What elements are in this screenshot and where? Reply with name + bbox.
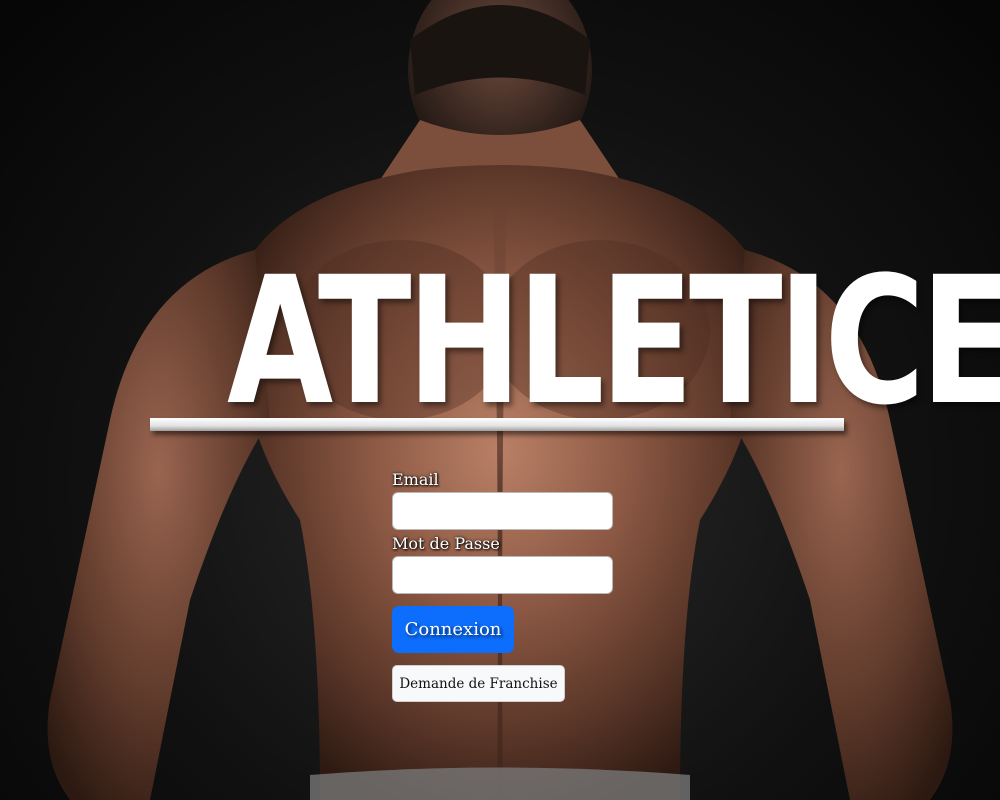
login-page: ATHLETICE Email Mot de Passe Connexion D… [0,0,1000,800]
brand-title: ATHLETICE [227,239,1000,444]
login-form: Email Mot de Passe Connexion Demande de … [392,470,632,702]
password-field[interactable] [392,556,613,594]
email-field[interactable] [392,492,613,530]
login-button[interactable]: Connexion [392,606,514,653]
franchise-request-button[interactable]: Demande de Franchise [392,665,565,702]
brand-underline [150,418,844,431]
brand-title-wrap: ATHLETICE [150,239,1000,444]
email-label: Email [392,470,439,489]
password-label: Mot de Passe [392,534,500,553]
